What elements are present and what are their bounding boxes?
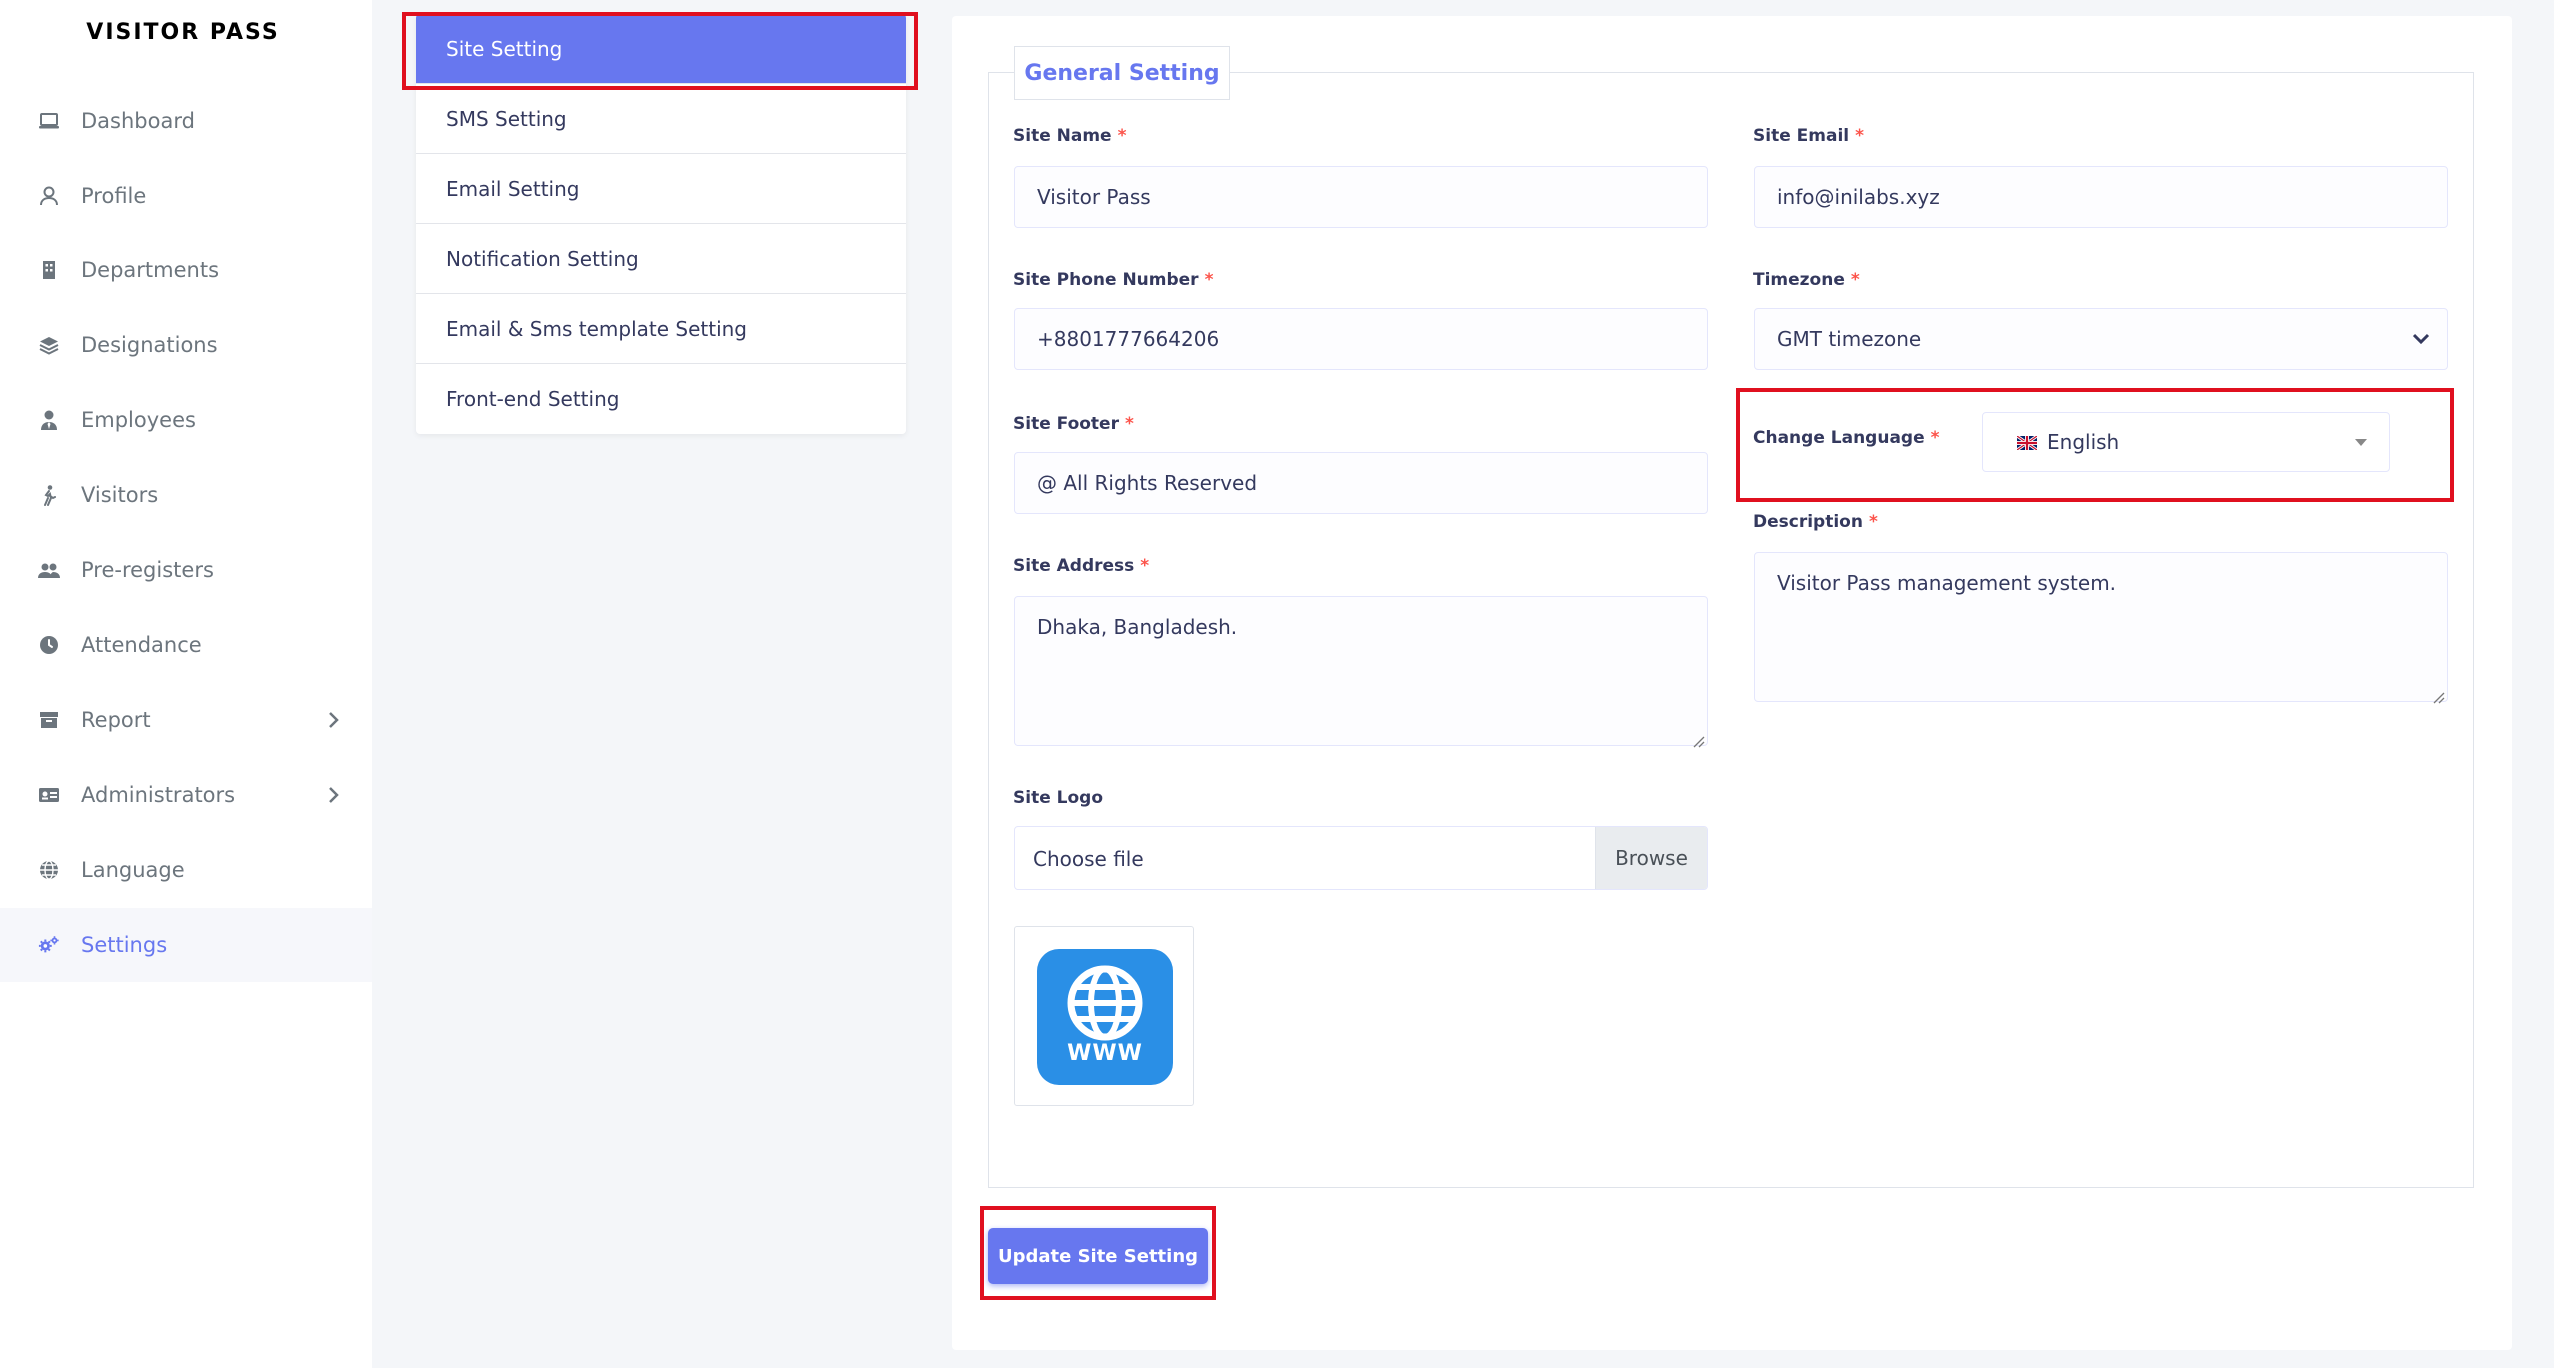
file-input-placeholder: Choose file <box>1033 847 1144 871</box>
required-mark: * <box>1868 512 1878 532</box>
sidebar-item-visitors[interactable]: Visitors <box>0 458 372 532</box>
sidebar-item-label: Visitors <box>81 483 159 507</box>
required-mark: * <box>1850 270 1860 290</box>
building-icon <box>38 259 60 281</box>
site-phone-label: Site Phone Number * <box>1013 270 1214 290</box>
walking-icon <box>38 484 60 506</box>
menu-item-notification-setting[interactable]: Notification Setting <box>416 224 906 294</box>
sidebar-item-label: Pre-registers <box>81 558 214 582</box>
site-name-label: Site Name * <box>1013 126 1127 146</box>
fieldset-legend: General Setting <box>1014 46 1230 100</box>
logo-caption: WWW <box>1067 1041 1143 1066</box>
menu-item-sms-setting[interactable]: SMS Setting <box>416 84 906 154</box>
description-textarea[interactable]: Visitor Pass management system. <box>1754 552 2448 704</box>
sidebar-item-settings[interactable]: Settings <box>0 908 372 982</box>
sidebar-item-language[interactable]: Language <box>0 833 372 907</box>
users-icon <box>38 559 60 581</box>
site-address-textarea[interactable]: Dhaka, Bangladesh. <box>1014 596 1708 748</box>
sidebar-item-attendance[interactable]: Attendance <box>0 608 372 682</box>
sidebar-item-label: Attendance <box>81 633 202 657</box>
site-logo-preview: WWW <box>1014 926 1194 1106</box>
sidebar-item-pre-registers[interactable]: Pre-registers <box>0 533 372 607</box>
language-select[interactable]: English <box>1982 412 2390 472</box>
sidebar: VISITOR PASS Dashboard Profile Departmen… <box>0 0 372 1368</box>
user-icon <box>38 185 60 207</box>
change-language-label: Change Language * <box>1753 428 1940 448</box>
menu-item-template-setting[interactable]: Email & Sms template Setting <box>416 294 906 364</box>
description-value: Visitor Pass management system. <box>1777 571 2117 595</box>
description-label: Description * <box>1753 512 1878 532</box>
archive-icon <box>38 709 60 731</box>
sidebar-item-departments[interactable]: Departments <box>0 233 372 307</box>
required-mark: * <box>1855 126 1864 146</box>
sidebar-item-employees[interactable]: Employees <box>0 383 372 457</box>
site-logo-label: Site Logo <box>1013 788 1104 808</box>
sidebar-item-designations[interactable]: Designations <box>0 308 372 382</box>
clock-icon <box>38 634 60 656</box>
site-phone-input[interactable]: +8801777664206 <box>1014 308 1708 370</box>
sidebar-item-label: Profile <box>81 184 147 208</box>
site-address-label: Site Address * <box>1013 556 1150 576</box>
site-logo-file-input[interactable]: Choose file Browse <box>1014 826 1708 890</box>
settings-menu: Site Setting SMS Setting Email Setting N… <box>416 14 906 434</box>
sidebar-item-profile[interactable]: Profile <box>0 159 372 233</box>
required-mark: * <box>1117 126 1127 146</box>
site-footer-label: Site Footer * <box>1013 414 1134 434</box>
brand-logo: VISITOR PASS <box>86 20 280 45</box>
chevron-right-icon <box>326 785 342 805</box>
sidebar-item-administrators[interactable]: Administrators <box>0 758 372 832</box>
required-mark: * <box>1930 428 1940 448</box>
menu-item-frontend-setting[interactable]: Front-end Setting <box>416 364 906 434</box>
site-email-input[interactable]: info@inilabs.xyz <box>1754 166 2448 228</box>
globe-icon <box>38 859 60 881</box>
layers-icon <box>38 334 60 356</box>
user-tie-icon <box>38 409 60 431</box>
update-site-setting-button[interactable]: Update Site Setting <box>988 1228 1208 1284</box>
site-address-value: Dhaka, Bangladesh. <box>1037 615 1238 639</box>
sidebar-item-dashboard[interactable]: Dashboard <box>0 84 372 158</box>
required-mark: * <box>1140 556 1150 576</box>
chevron-right-icon <box>326 710 342 730</box>
menu-item-email-setting[interactable]: Email Setting <box>416 154 906 224</box>
sidebar-item-label: Administrators <box>81 783 236 807</box>
sidebar-item-label: Designations <box>81 333 218 357</box>
caret-down-icon <box>2355 439 2367 446</box>
sidebar-item-label: Employees <box>81 408 196 432</box>
required-mark: * <box>1204 270 1214 290</box>
sidebar-item-label: Settings <box>81 933 168 957</box>
id-card-icon <box>38 784 60 806</box>
browse-button[interactable]: Browse <box>1595 827 1707 889</box>
uk-flag-icon <box>2016 434 2038 452</box>
site-email-label: Site Email * <box>1753 126 1864 146</box>
site-footer-input[interactable]: @ All Rights Reserved <box>1014 452 1708 514</box>
sidebar-item-label: Language <box>81 858 185 882</box>
resize-handle-icon[interactable] <box>1691 729 1705 748</box>
laptop-icon <box>38 110 60 132</box>
menu-item-site-setting[interactable]: Site Setting <box>416 14 906 84</box>
timezone-value: GMT timezone <box>1777 327 1922 351</box>
sidebar-item-label: Dashboard <box>81 109 195 133</box>
required-mark: * <box>1124 414 1134 434</box>
timezone-label: Timezone * <box>1753 270 1860 290</box>
site-name-input[interactable]: Visitor Pass <box>1014 166 1708 228</box>
timezone-select[interactable]: GMT timezone <box>1754 308 2448 370</box>
chevron-down-icon <box>2411 329 2431 349</box>
sidebar-item-label: Report <box>81 708 151 732</box>
cogs-icon <box>38 934 60 956</box>
resize-handle-icon[interactable] <box>2431 685 2445 704</box>
language-value: English <box>2047 430 2120 454</box>
sidebar-item-label: Departments <box>81 258 220 282</box>
www-globe-icon <box>1037 949 1173 1085</box>
sidebar-item-report[interactable]: Report <box>0 683 372 757</box>
